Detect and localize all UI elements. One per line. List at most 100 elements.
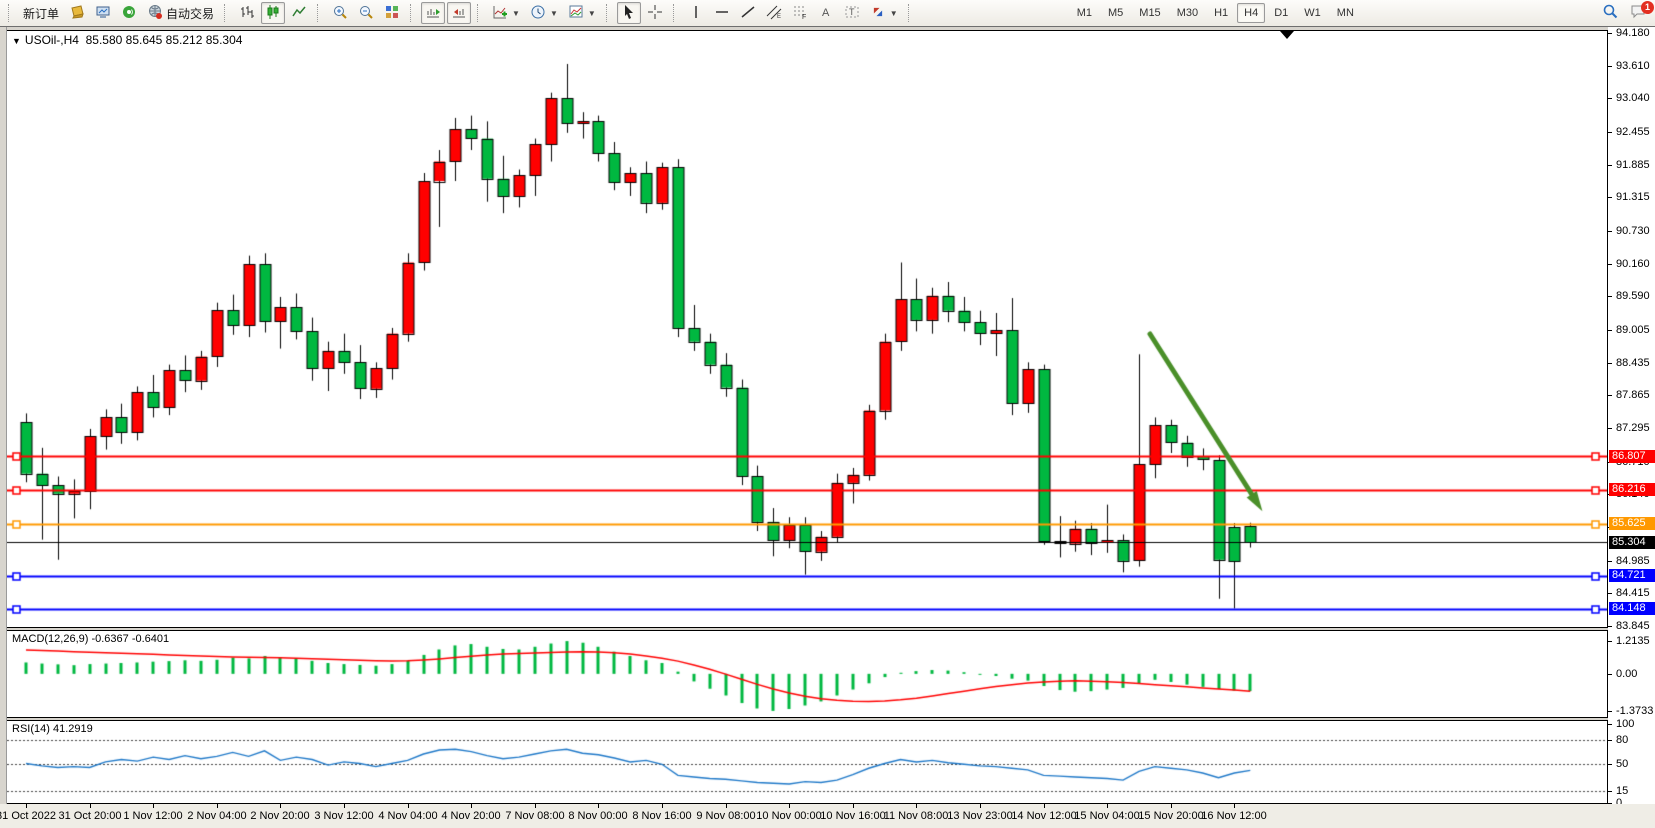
chart-title: ▼USOil-,H4 85.580 85.645 85.212 85.304 xyxy=(12,33,242,47)
price-tick-label: 93.040 xyxy=(1616,92,1650,104)
toolbar-grip xyxy=(477,4,482,22)
navigator-button[interactable] xyxy=(91,2,115,24)
price-tick-label: 90.730 xyxy=(1616,225,1650,237)
timeframe-m1-button[interactable]: M1 xyxy=(1070,3,1099,23)
rsi-tick-label: 80 xyxy=(1616,734,1628,746)
time-tick xyxy=(153,804,154,808)
macd-canvas[interactable] xyxy=(7,631,1607,717)
svg-text:T: T xyxy=(849,7,855,17)
price-axis[interactable]: 94.18093.61093.04092.45591.88591.31590.7… xyxy=(1608,27,1655,804)
time-tick xyxy=(1171,804,1172,808)
crosshair-button[interactable] xyxy=(643,2,667,24)
bar-chart-button[interactable] xyxy=(235,2,259,24)
axis-tick xyxy=(1608,428,1612,429)
timeframe-m30-button[interactable]: M30 xyxy=(1170,3,1205,23)
main-chart-canvas[interactable] xyxy=(7,31,1607,627)
market-watch-icon xyxy=(69,4,85,23)
auto-scroll-button[interactable] xyxy=(421,2,445,24)
signals-button[interactable] xyxy=(117,2,141,24)
time-tick xyxy=(217,804,218,808)
text-label-button[interactable]: T xyxy=(840,2,864,24)
chart-shift-button[interactable] xyxy=(447,2,471,24)
symbol-dropdown-icon[interactable]: ▼ xyxy=(12,36,21,46)
zoom-in-icon xyxy=(332,4,348,23)
toolbar-grip xyxy=(224,4,229,22)
timeframe-mn-button[interactable]: MN xyxy=(1330,3,1361,23)
arrows-button[interactable]: ▼ xyxy=(866,2,902,24)
price-tick-label: 91.315 xyxy=(1616,191,1650,203)
level-price-label: 86.216 xyxy=(1609,483,1655,496)
rsi-label: RSI(14) 41.2919 xyxy=(12,723,93,735)
axis-tick xyxy=(1608,791,1612,792)
time-tick-label: 31 Oct 2022 xyxy=(0,810,56,822)
templates-button[interactable]: ▼ xyxy=(564,2,600,24)
timeframe-w1-button[interactable]: W1 xyxy=(1297,3,1328,23)
arrows-icon xyxy=(870,4,886,23)
time-tick-label: 14 Nov 12:00 xyxy=(1011,810,1076,822)
timeframe-d1-button[interactable]: D1 xyxy=(1267,3,1295,23)
timeframe-h1-button[interactable]: H1 xyxy=(1207,3,1235,23)
text-button[interactable]: A xyxy=(814,2,838,24)
price-tick-label: 83.845 xyxy=(1616,620,1650,632)
svg-text:A: A xyxy=(822,7,830,19)
chat-button[interactable]: 1 xyxy=(1625,2,1651,24)
candlestick-chart-icon xyxy=(265,4,281,23)
market-watch-button[interactable] xyxy=(65,2,89,24)
new-order-button[interactable]: 新订单 xyxy=(19,2,63,24)
indicators-icon xyxy=(492,4,508,23)
new-order-label: 新订单 xyxy=(23,5,59,22)
time-tick-label: 8 Nov 00:00 xyxy=(568,810,627,822)
chart-shift-marker[interactable] xyxy=(1280,31,1294,39)
price-tick-label: 88.435 xyxy=(1616,357,1650,369)
candlestick-chart-button[interactable] xyxy=(261,2,285,24)
chevron-down-icon: ▼ xyxy=(550,9,558,18)
indicators-button[interactable]: ▼ xyxy=(488,2,524,24)
macd-label: MACD(12,26,9) -0.6367 -0.6401 xyxy=(12,633,169,645)
axis-tick xyxy=(1608,626,1612,627)
axis-tick xyxy=(1608,330,1612,331)
templates-icon xyxy=(568,4,584,23)
vertical-line-button[interactable] xyxy=(684,2,708,24)
tile-windows-button[interactable] xyxy=(380,2,404,24)
horizontal-line-icon xyxy=(714,4,730,23)
axis-tick xyxy=(1608,764,1612,765)
timeframe-m5-button[interactable]: M5 xyxy=(1101,3,1130,23)
line-chart-button[interactable] xyxy=(287,2,311,24)
text-label-icon: T xyxy=(844,4,860,23)
timeframe-m15-button[interactable]: M15 xyxy=(1132,3,1167,23)
time-tick xyxy=(90,804,91,808)
axis-tick xyxy=(1608,165,1612,166)
vertical-line-icon xyxy=(688,4,704,23)
equidistant-channel-button[interactable]: E xyxy=(762,2,786,24)
axis-tick xyxy=(1608,740,1612,741)
periods-button[interactable]: ▼ xyxy=(526,2,562,24)
axis-tick xyxy=(1608,66,1612,67)
axis-tick xyxy=(1608,593,1612,594)
cursor-button[interactable] xyxy=(617,2,641,24)
horizontal-line-button[interactable] xyxy=(710,2,734,24)
algo-trading-button[interactable]: 自动交易 xyxy=(143,2,218,24)
level-price-label: 85.625 xyxy=(1609,517,1655,530)
algo-trading-icon xyxy=(147,4,163,23)
fibonacci-button[interactable]: F xyxy=(788,2,812,24)
time-tick-label: 7 Nov 08:00 xyxy=(505,810,564,822)
time-axis[interactable]: 31 Oct 202231 Oct 20:001 Nov 12:002 Nov … xyxy=(0,804,1655,828)
zoom-out-icon xyxy=(358,4,374,23)
time-tick-label: 10 Nov 16:00 xyxy=(820,810,885,822)
timeframe-h4-button[interactable]: H4 xyxy=(1237,3,1265,23)
time-tick-label: 4 Nov 04:00 xyxy=(378,810,437,822)
trendline-button[interactable] xyxy=(736,2,760,24)
axis-tick xyxy=(1608,724,1612,725)
time-tick-label: 3 Nov 12:00 xyxy=(314,810,373,822)
rsi-canvas[interactable] xyxy=(7,721,1607,803)
time-tick xyxy=(1044,804,1045,808)
time-tick xyxy=(916,804,917,808)
zoom-in-button[interactable] xyxy=(328,2,352,24)
time-tick-label: 2 Nov 20:00 xyxy=(250,810,309,822)
time-tick-label: 31 Oct 20:00 xyxy=(59,810,122,822)
search-button[interactable] xyxy=(1598,2,1623,24)
time-tick-label: 13 Nov 23:00 xyxy=(947,810,1012,822)
axis-tick xyxy=(1608,674,1612,675)
price-tick-label: 94.180 xyxy=(1616,27,1650,39)
zoom-out-button[interactable] xyxy=(354,2,378,24)
